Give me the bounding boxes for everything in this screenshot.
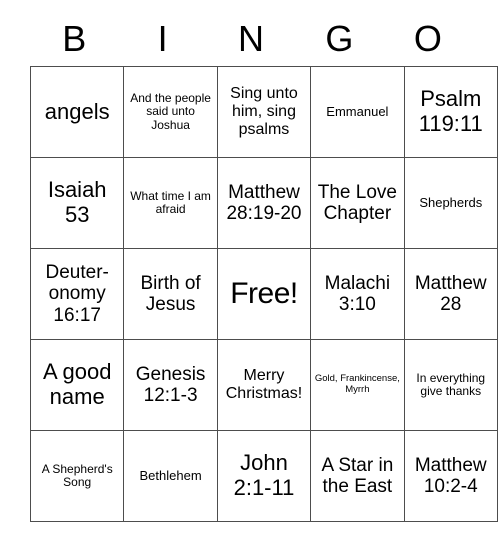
bingo-cell-text: angels	[44, 98, 110, 124]
bingo-cell-text: In everything give thanks	[416, 370, 486, 398]
bingo-cell[interactable]: And the people said unto Joshua	[123, 66, 218, 158]
bingo-cell-text: Birth of Jesus	[140, 272, 201, 315]
bingo-cell[interactable]: Malachi 3:10	[310, 248, 405, 340]
bingo-header-letter-n: N	[238, 18, 265, 59]
bingo-cell-text: Merry Christmas!	[225, 367, 303, 402]
bingo-cell[interactable]: Merry Christmas!	[216, 339, 312, 431]
bingo-header-letter-g: G	[325, 18, 354, 59]
bingo-cell-text: A Shepherd's Song	[41, 461, 113, 489]
bingo-cell-text: The Love Chapter	[317, 181, 397, 224]
bingo-cell[interactable]: A good name	[29, 339, 125, 431]
bingo-cell[interactable]: The Love Chapter	[310, 157, 405, 249]
bingo-row: angels And the people said unto Joshua S…	[29, 66, 498, 158]
bingo-cell-text: Sing unto him, sing psalms	[230, 85, 298, 138]
bingo-cell[interactable]: A Star in the East	[310, 430, 405, 522]
bingo-card: B I N G O angels And the people said unt…	[29, 12, 498, 522]
bingo-cell-text: Shepherds	[419, 194, 483, 210]
bingo-row: Isaiah 53 What time I am afraid Matthew …	[29, 157, 498, 249]
bingo-cell-text: Emmanuel	[326, 103, 389, 119]
bingo-cell[interactable]: John 2:1-11	[216, 430, 312, 522]
bingo-cell[interactable]: What time I am afraid	[123, 157, 218, 249]
bingo-cell-text: Malachi 3:10	[324, 272, 391, 315]
bingo-cell[interactable]: Sing unto him, sing psalms	[216, 66, 312, 158]
bingo-cell-text: John 2:1-11	[233, 450, 295, 500]
bingo-header-letter-i: I	[157, 18, 168, 59]
bingo-cell[interactable]: Gold, Frankincense, Myrrh	[310, 339, 405, 431]
bingo-cell-text: Matthew 28:19-20	[226, 181, 302, 224]
bingo-free-space-text: Free!	[230, 277, 298, 311]
bingo-cell-text: A Star in the East	[321, 454, 394, 497]
bingo-cell-text: Matthew 28	[414, 272, 487, 315]
bingo-row: A good name Genesis 12:1-3 Merry Christm…	[29, 339, 498, 431]
bingo-header-row: B I N G O	[30, 12, 472, 66]
bingo-cell[interactable]: Matthew 28:19-20	[216, 157, 312, 249]
bingo-cell-free[interactable]: Free!	[216, 248, 312, 340]
bingo-cell[interactable]: angels	[29, 66, 125, 158]
bingo-cell[interactable]: Deuter-onomy 16:17	[29, 248, 125, 340]
bingo-cell[interactable]: Matthew 28	[403, 248, 498, 340]
bingo-cell-text: Genesis 12:1-3	[135, 363, 206, 406]
bingo-cell[interactable]: A Shepherd's Song	[29, 430, 125, 522]
bingo-cell[interactable]: Bethlehem	[123, 430, 218, 522]
bingo-row: A Shepherd's Song Bethlehem John 2:1-11 …	[29, 430, 498, 522]
bingo-cell[interactable]: Psalm 119:11	[403, 66, 498, 158]
bingo-header-letter-o: O	[413, 18, 442, 59]
bingo-header-letter-b: B	[62, 18, 87, 59]
bingo-cell-text: A good name	[42, 359, 112, 409]
bingo-cell-text: Isaiah 53	[47, 177, 107, 227]
bingo-cell-text: Bethlehem	[139, 467, 202, 483]
bingo-grid: angels And the people said unto Joshua S…	[29, 66, 498, 522]
bingo-cell[interactable]: Emmanuel	[310, 66, 405, 158]
bingo-cell[interactable]: Isaiah 53	[29, 157, 125, 249]
bingo-cell-text: Gold, Frankincense, Myrrh	[314, 373, 400, 395]
bingo-cell-text: Deuter-onomy 16:17	[45, 262, 109, 326]
bingo-cell-text: What time I am afraid	[130, 188, 211, 216]
bingo-cell-text: Matthew 10:2-4	[414, 454, 487, 497]
bingo-cell[interactable]: In everything give thanks	[403, 339, 498, 431]
bingo-cell-text: And the people said unto Joshua	[130, 90, 211, 132]
bingo-cell[interactable]: Birth of Jesus	[123, 248, 218, 340]
bingo-row: Deuter-onomy 16:17 Birth of Jesus Free! …	[29, 248, 498, 340]
bingo-cell[interactable]: Matthew 10:2-4	[403, 430, 498, 522]
bingo-cell[interactable]: Genesis 12:1-3	[123, 339, 218, 431]
bingo-cell-text: Psalm 119:11	[418, 86, 483, 136]
bingo-cell[interactable]: Shepherds	[403, 157, 498, 249]
